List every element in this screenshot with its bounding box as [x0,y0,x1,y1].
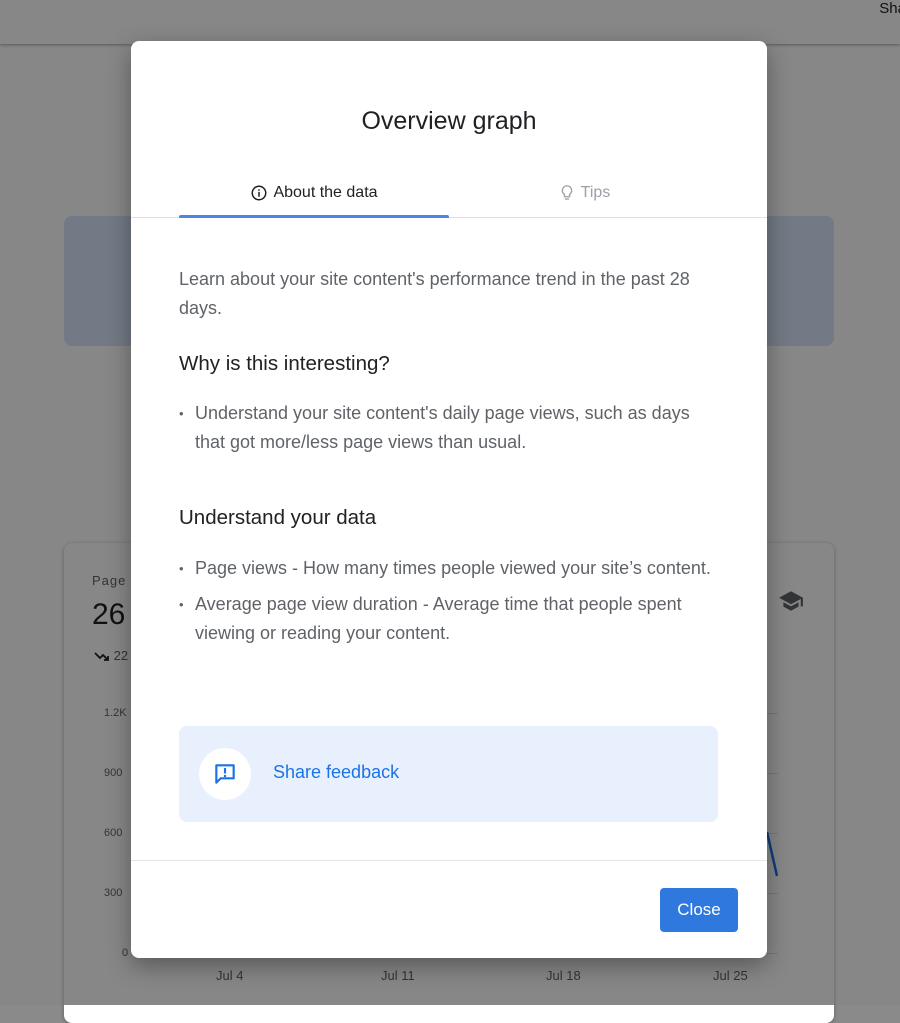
tab-tips[interactable]: Tips [449,169,719,217]
section-title: Why is this interesting? [179,352,390,375]
list-item: Understand your site content's daily pag… [179,399,724,457]
tab-label: Tips [580,184,611,201]
tab-about-the-data[interactable]: About the data [179,169,449,217]
info-icon [251,185,267,201]
dialog-content: Learn about your site content's performa… [179,265,724,643]
tab-label: About the data [273,184,378,201]
feedback-icon-container [199,748,251,800]
dialog-title: Overview graph [361,107,537,135]
section-title: Understand your data [179,506,377,529]
bullet-list: Understand your site content's daily pag… [179,399,724,464]
active-tab-indicator [179,215,449,218]
close-button[interactable]: Close [660,888,738,932]
dialog-tabs: About the data Tips [131,169,767,218]
list-item: Page views - How many times people viewe… [179,554,724,583]
footer-divider [131,860,767,861]
feedback-icon [215,764,235,784]
list-item: Average page view duration - Average tim… [179,590,724,648]
share-feedback-link[interactable]: Share feedback [273,762,399,783]
overview-graph-dialog: Overview graph About the data Tips Learn… [131,41,767,958]
lightbulb-icon [561,185,572,200]
share-feedback-card[interactable]: Share feedback [179,726,718,822]
bullet-list: Page views - How many times people viewe… [179,554,724,655]
intro-text: Learn about your site content's performa… [179,269,690,318]
